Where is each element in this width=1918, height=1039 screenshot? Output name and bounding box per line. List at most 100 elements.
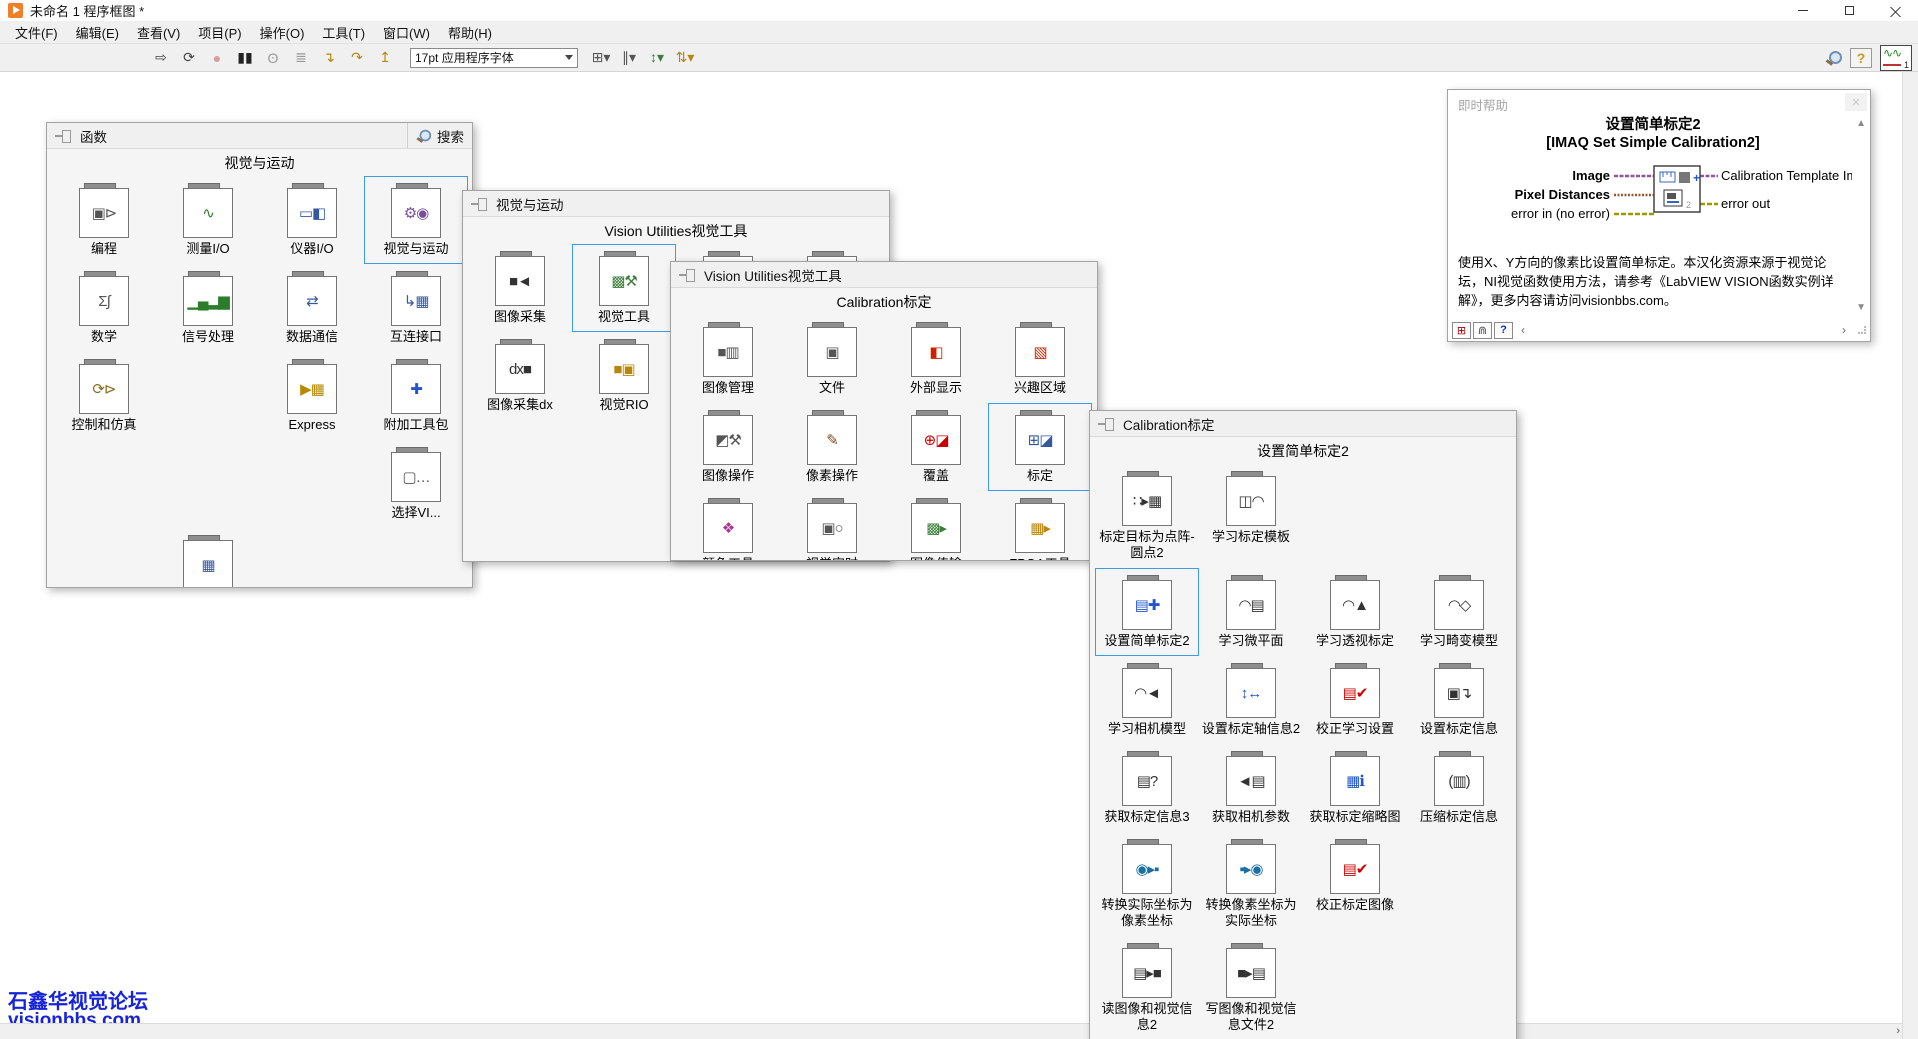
abort-button[interactable]: ● <box>204 46 230 70</box>
palette-item[interactable]: ✎像素操作 <box>780 403 884 491</box>
step-into-button[interactable]: ↴ <box>316 46 342 70</box>
palette-item[interactable]: ▣文件 <box>780 315 884 403</box>
palette-item[interactable]: ▣↴设置标定信息 <box>1407 656 1511 744</box>
palette-item[interactable]: (▥)压缩标定信息 <box>1407 744 1511 832</box>
palette-item[interactable]: ■▥图像管理 <box>676 315 780 403</box>
menu-item[interactable]: 编辑(E) <box>67 21 128 44</box>
search-icon[interactable] <box>1826 50 1842 66</box>
resize-objects-button[interactable]: ↕▾ <box>644 46 670 70</box>
palette-item[interactable]: ∿测量I/O <box>156 176 260 264</box>
palette-item[interactable]: ▧兴趣区域 <box>988 315 1092 403</box>
palette-item[interactable]: Σ∫数学 <box>52 264 156 352</box>
calibration-palette-titlebar[interactable]: Calibration标定 <box>1090 411 1516 437</box>
show-optional-terminals-button[interactable]: ⊞ <box>1452 322 1471 339</box>
maximize-button[interactable] <box>1826 0 1872 22</box>
palette-item[interactable]: ■◄图像采集 <box>468 244 572 332</box>
palette-item[interactable]: ◠◇学习畸变模型 <box>1407 568 1511 656</box>
palette-item[interactable]: ❖颜色工具 <box>676 491 780 561</box>
scroll-left-icon[interactable]: ‹ <box>1521 323 1525 337</box>
retain-wire-values-button[interactable]: ≣ <box>288 46 314 70</box>
palette-item[interactable]: ▢…选择VI... <box>364 440 468 528</box>
palette-item[interactable]: ▦FPGA接口 <box>156 528 260 588</box>
minimize-button[interactable] <box>1780 0 1826 22</box>
palette-item[interactable]: ▪▸◉转换像素坐标为实际坐标 <box>1199 832 1303 936</box>
palette-search-button[interactable]: 搜索 <box>407 123 464 148</box>
pause-button[interactable]: ▮▮ <box>232 46 258 70</box>
palette-item[interactable]: ▭◧仪器I/O <box>260 176 364 264</box>
palette-item[interactable]: ■▸▤写图像和视觉信息文件2 <box>1199 936 1303 1039</box>
palette-item[interactable]: ▤?获取标定信息3 <box>1095 744 1199 832</box>
scroll-right-icon[interactable]: › <box>1896 1025 1900 1037</box>
pin-icon[interactable] <box>471 198 487 210</box>
palette-item[interactable]: ∷▸▦标定目标为点阵-圆点2 <box>1095 464 1199 568</box>
palette-item[interactable]: ◄▤获取相机参数 <box>1199 744 1303 832</box>
step-out-button[interactable]: ↥ <box>372 46 398 70</box>
palette-item[interactable]: ▣○视觉实时 <box>780 491 884 561</box>
vi-icon[interactable]: ∿∿1 <box>1880 45 1912 71</box>
menu-item[interactable]: 帮助(H) <box>439 21 501 44</box>
palette-item[interactable]: ⊕◪覆盖 <box>884 403 988 491</box>
palette-item[interactable]: ◩⚒图像操作 <box>676 403 780 491</box>
palette-item[interactable]: ◠▤学习微平面 <box>1199 568 1303 656</box>
palette-item[interactable]: ▤✔校正学习设置 <box>1303 656 1407 744</box>
palette-item[interactable]: ⟳⊳控制和仿真 <box>52 352 156 440</box>
palette-item-icon: ↳▦ <box>391 276 441 326</box>
menu-item[interactable]: 查看(V) <box>128 21 189 44</box>
highlight-execution-button[interactable]: ʘ <box>260 46 286 70</box>
palette-item[interactable]: ⊞◪标定 <box>988 403 1092 491</box>
run-button[interactable]: ⇨ <box>148 46 174 70</box>
palette-item[interactable]: ◠◄学习相机模型 <box>1095 656 1199 744</box>
palette-item[interactable]: ▁▄▂▆信号处理 <box>156 264 260 352</box>
pin-icon[interactable] <box>1098 418 1114 430</box>
palette-item[interactable]: ▦▸FPGA工具 <box>988 491 1092 561</box>
close-icon[interactable]: ✕ <box>1845 93 1867 111</box>
vertical-scrollbar[interactable] <box>1902 72 1918 1039</box>
palette-item[interactable]: ◠▲学习透视标定 <box>1303 568 1407 656</box>
palette-item[interactable]: ↳▦互连接口 <box>364 264 468 352</box>
vision-motion-palette-titlebar[interactable]: 视觉与运动 <box>463 191 889 217</box>
scroll-right-icon[interactable]: › <box>1842 323 1846 337</box>
pin-icon[interactable] <box>55 130 71 142</box>
distribute-objects-button[interactable]: ∥▾ <box>616 46 642 70</box>
palette-item[interactable]: ✚附加工具包 <box>364 352 468 440</box>
run-continuous-button[interactable]: ⟳ <box>176 46 202 70</box>
palette-item[interactable]: ◉▸▪转换实际坐标为像素坐标 <box>1095 832 1199 936</box>
palette-item[interactable]: ▣⊳编程 <box>52 176 156 264</box>
menu-item[interactable]: 工具(T) <box>313 21 374 44</box>
palette-item[interactable]: ▤✔校正标定图像 <box>1303 832 1407 936</box>
palette-item-label: 转换像素坐标为实际坐标 <box>1201 897 1301 929</box>
lock-help-button[interactable]: ⋒ <box>1473 322 1492 339</box>
palette-item[interactable]: ▤✚设置简单标定2 <box>1095 568 1199 656</box>
menu-item[interactable]: 窗口(W) <box>374 21 439 44</box>
resize-grip[interactable] <box>1858 326 1866 334</box>
palette-item[interactable]: ◫◠学习标定模板 <box>1199 464 1303 568</box>
palette-item[interactable]: ■▣视觉RIO <box>572 332 676 420</box>
scroll-down-icon[interactable]: ▼ <box>1856 302 1866 313</box>
menu-item[interactable]: 项目(P) <box>189 21 250 44</box>
palette-item[interactable]: ▶▦Express <box>260 352 364 440</box>
menu-item[interactable]: 文件(F) <box>6 21 67 44</box>
palette-item[interactable]: ▩▸图像传输 <box>884 491 988 561</box>
palette-item[interactable]: ⇄数据通信 <box>260 264 364 352</box>
menu-item[interactable]: 操作(O) <box>251 21 314 44</box>
horizontal-scrollbar[interactable]: › <box>0 1023 1902 1039</box>
close-button[interactable] <box>1872 0 1918 22</box>
help-button[interactable]: ? <box>1850 48 1872 68</box>
detailed-help-button[interactable]: ? <box>1494 322 1513 339</box>
palette-item[interactable]: ▦ℹ获取标定缩略图 <box>1303 744 1407 832</box>
palette-title: 视觉与运动 <box>496 194 564 214</box>
palette-item[interactable]: dx■图像采集dx <box>468 332 572 420</box>
vision-utilities-palette-titlebar[interactable]: Vision Utilities视觉工具 <box>671 262 1097 288</box>
pin-icon[interactable] <box>679 269 695 281</box>
palette-item[interactable]: ◧外部显示 <box>884 315 988 403</box>
palette-item[interactable]: ▩⚒视觉工具 <box>572 244 676 332</box>
align-objects-button[interactable]: ⊞▾ <box>588 46 614 70</box>
palette-item[interactable]: ▤▸■读图像和视觉信息2 <box>1095 936 1199 1039</box>
step-over-button[interactable]: ↷ <box>344 46 370 70</box>
functions-palette-titlebar[interactable]: 函数 搜索 <box>47 123 472 149</box>
scroll-up-icon[interactable]: ▲ <box>1856 118 1866 129</box>
clean-up-diagram-button[interactable]: ⇅▾ <box>672 46 698 70</box>
palette-item[interactable]: ⚙◉视觉与运动 <box>364 176 468 264</box>
font-selector[interactable]: 17pt 应用程序字体 <box>410 48 578 68</box>
palette-item[interactable]: ↕↔设置标定轴信息2 <box>1199 656 1303 744</box>
